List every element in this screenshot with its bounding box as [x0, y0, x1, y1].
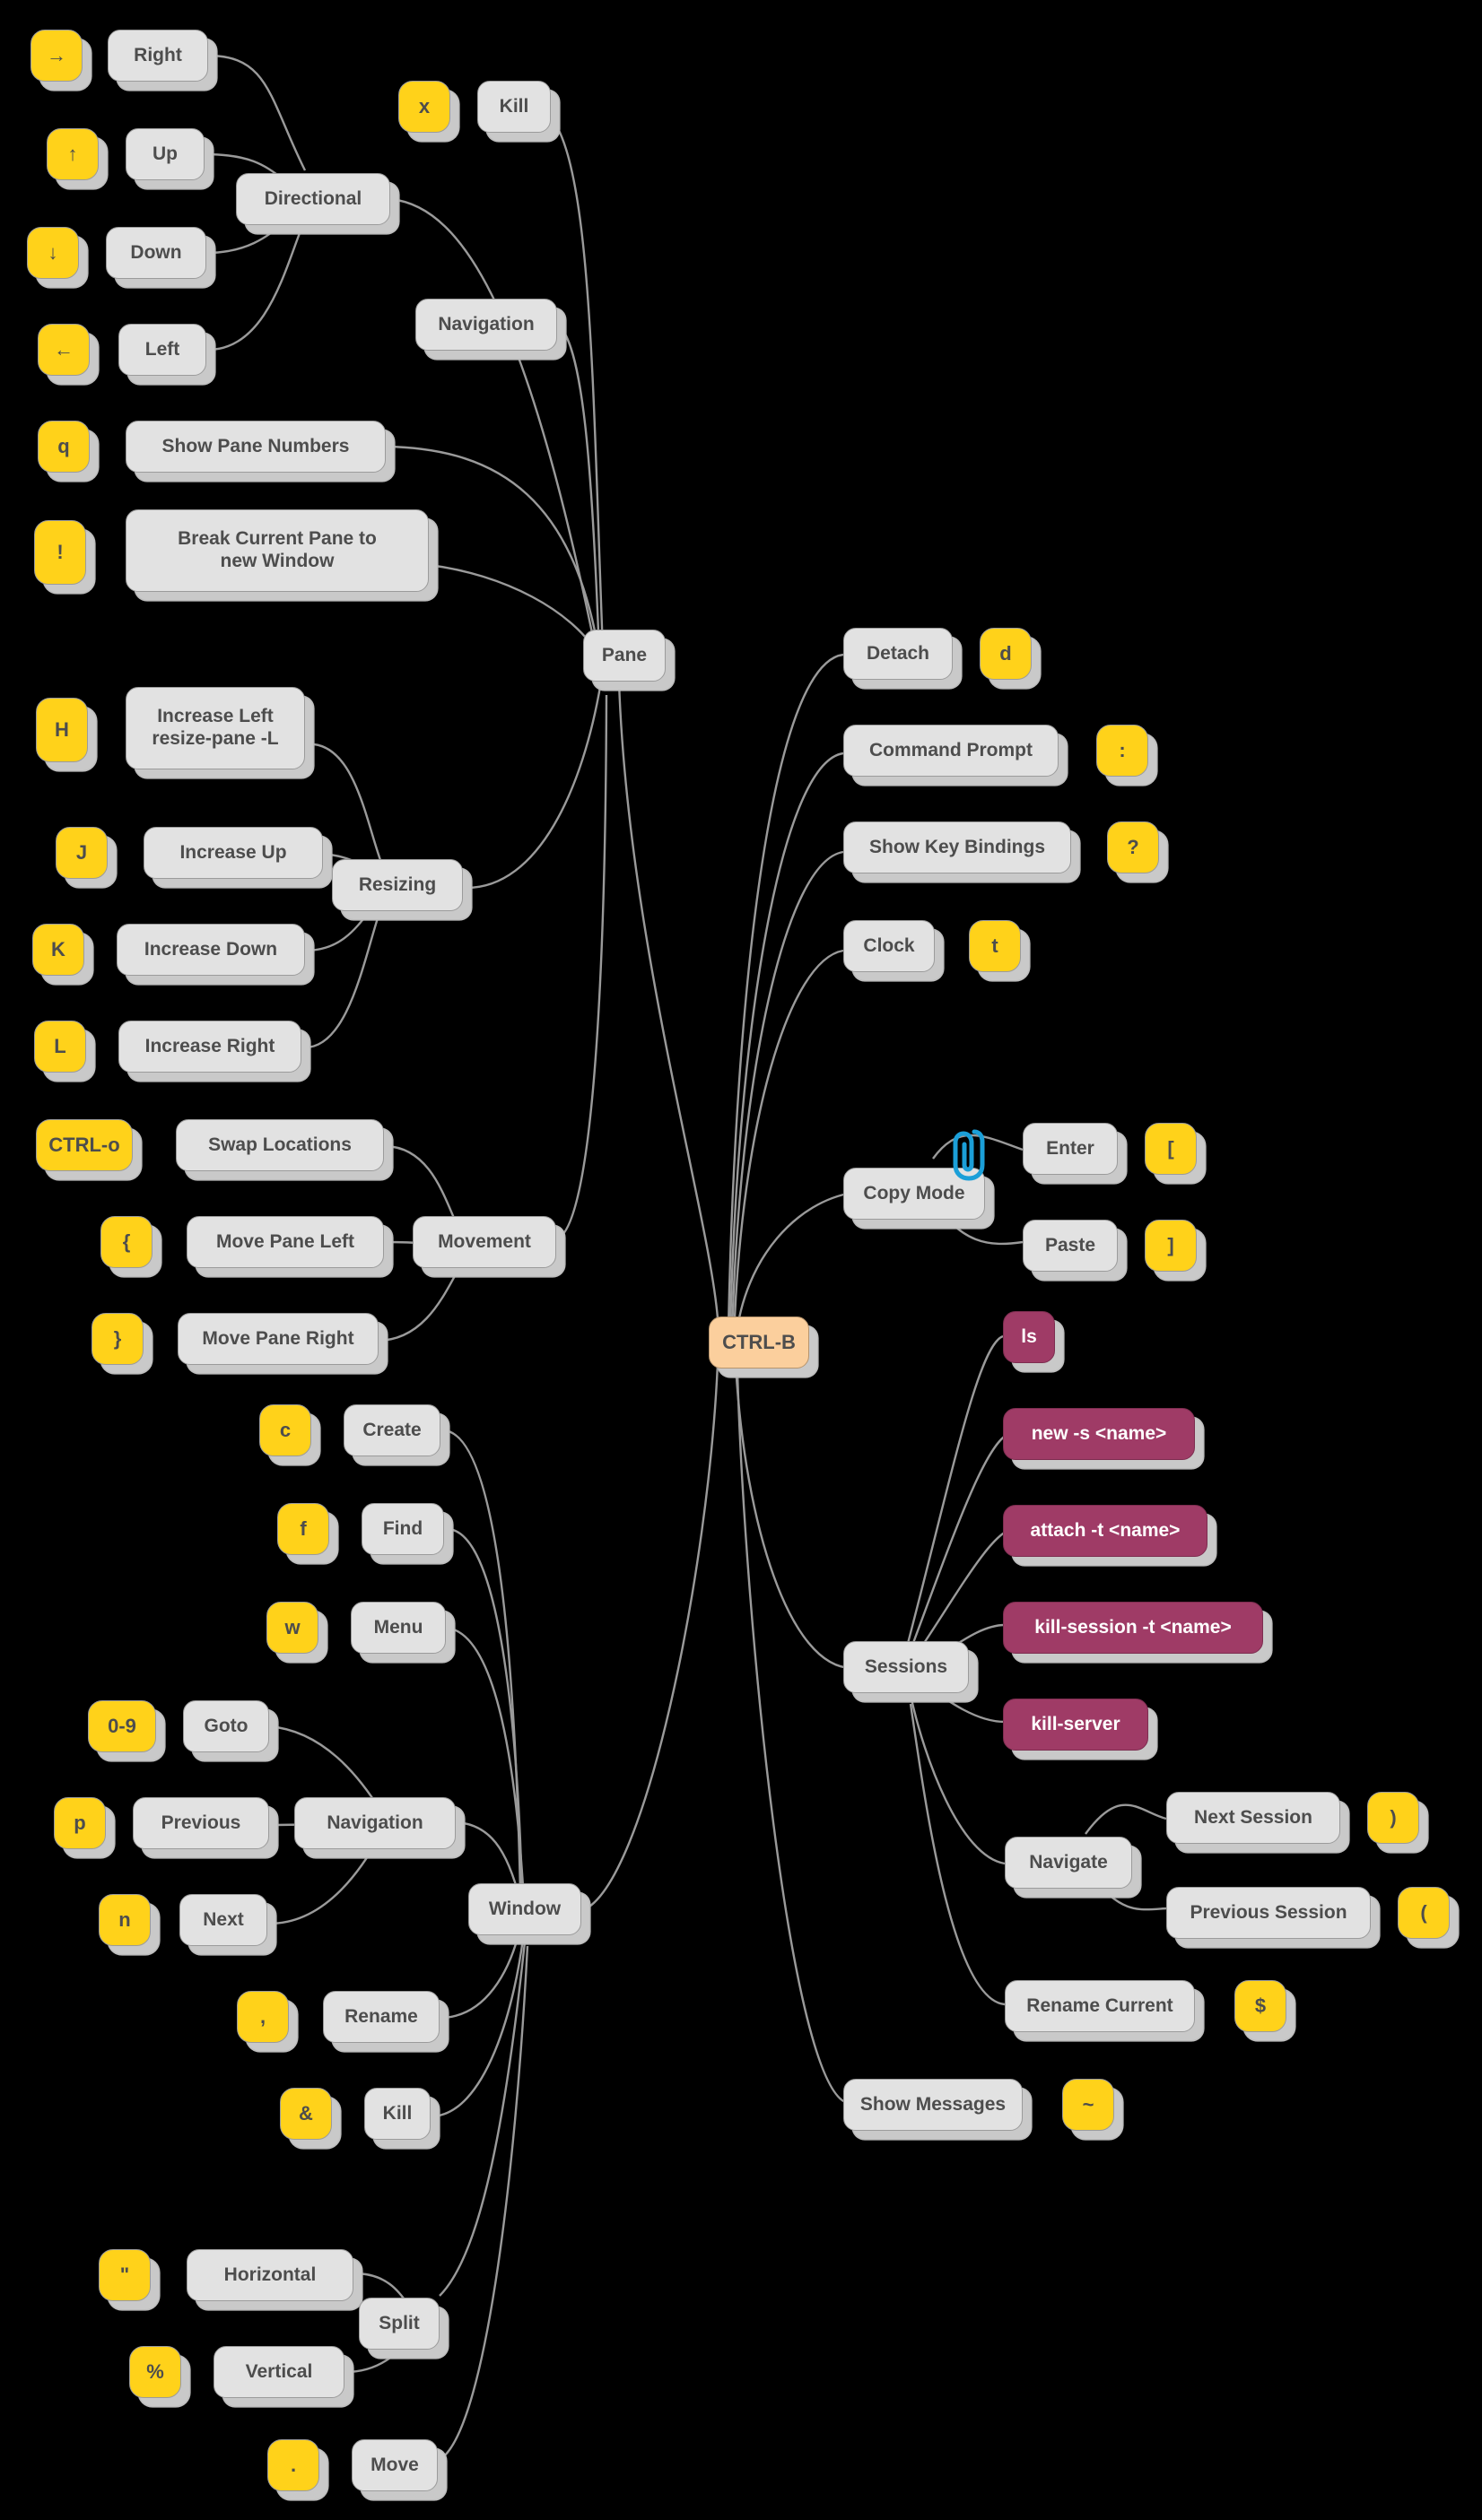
topic-show-key-bindings[interactable]: Show Key Bindings: [843, 821, 1071, 873]
command-sessions-kill-server[interactable]: kill-server: [1003, 1699, 1148, 1751]
key-arrow-right[interactable]: →: [31, 30, 83, 82]
key-c[interactable]: c: [259, 1404, 311, 1456]
key-period[interactable]: .: [267, 2439, 319, 2491]
key-tilde[interactable]: ~: [1062, 2079, 1114, 2131]
topic-pane-up[interactable]: Up: [126, 128, 205, 180]
key-brace-open[interactable]: {: [100, 1216, 153, 1268]
key-digits[interactable]: 0-9: [88, 1700, 156, 1752]
key-ctrl-o[interactable]: CTRL-o: [36, 1119, 133, 1171]
topic-copy-enter[interactable]: Enter: [1023, 1123, 1118, 1175]
key-percent[interactable]: %: [129, 2346, 181, 2398]
topic-clock[interactable]: Clock: [843, 920, 935, 972]
topic-split-vertical[interactable]: Vertical: [214, 2346, 344, 2398]
key-paren-close[interactable]: ): [1367, 1792, 1419, 1844]
key-brace-close[interactable]: }: [92, 1313, 144, 1365]
key-x[interactable]: x: [398, 81, 450, 133]
topic-pane[interactable]: Pane: [583, 630, 666, 682]
key-bracket-open[interactable]: [: [1145, 1123, 1197, 1175]
topic-window-move[interactable]: Move: [352, 2439, 438, 2491]
key-J[interactable]: J: [56, 827, 108, 879]
topic-increase-down[interactable]: Increase Down: [117, 924, 305, 976]
topic-window-previous[interactable]: Previous: [133, 1797, 269, 1849]
topic-break-pane[interactable]: Break Current Pane to new Window: [126, 509, 429, 592]
topic-window-navigation[interactable]: Navigation: [294, 1797, 456, 1849]
key-n[interactable]: n: [99, 1894, 151, 1946]
topic-window-goto[interactable]: Goto: [183, 1700, 269, 1752]
topic-pane-navigation[interactable]: Navigation: [415, 299, 557, 351]
topic-previous-session[interactable]: Previous Session: [1166, 1887, 1371, 1939]
topic-show-pane-numbers[interactable]: Show Pane Numbers: [126, 421, 386, 473]
root-ctrl-b[interactable]: CTRL-B: [709, 1316, 809, 1369]
command-sessions-kill-session[interactable]: kill-session -t <name>: [1003, 1602, 1263, 1654]
topic-window[interactable]: Window: [468, 1883, 581, 1935]
topic-window-kill[interactable]: Kill: [364, 2088, 431, 2140]
key-L[interactable]: L: [34, 1021, 86, 1073]
topic-show-messages[interactable]: Show Messages: [843, 2079, 1023, 2131]
topic-detach[interactable]: Detach: [843, 628, 953, 680]
key-doublequote[interactable]: ": [99, 2249, 151, 2301]
topic-increase-right[interactable]: Increase Right: [118, 1021, 301, 1073]
topic-pane-down[interactable]: Down: [106, 227, 206, 279]
key-K[interactable]: K: [32, 924, 84, 976]
key-q[interactable]: q: [38, 421, 90, 473]
key-w[interactable]: w: [266, 1602, 318, 1654]
topic-session-navigate[interactable]: Navigate: [1005, 1837, 1132, 1889]
key-p[interactable]: p: [54, 1797, 106, 1849]
key-bracket-close[interactable]: ]: [1145, 1220, 1197, 1272]
key-arrow-down[interactable]: ↓: [27, 227, 79, 279]
topic-increase-left[interactable]: Increase Left resize-pane -L: [126, 687, 305, 769]
mindmap-canvas: → Right ↑ Up ↓ Down ← Left Directional x…: [0, 0, 1482, 2520]
topic-split[interactable]: Split: [359, 2298, 440, 2350]
topic-pane-kill[interactable]: Kill: [477, 81, 551, 133]
topic-window-create[interactable]: Create: [344, 1404, 440, 1456]
key-arrow-left[interactable]: ←: [38, 324, 90, 376]
topic-movement[interactable]: Movement: [413, 1216, 556, 1268]
command-sessions-ls[interactable]: ls: [1003, 1311, 1055, 1363]
topic-increase-up[interactable]: Increase Up: [144, 827, 323, 879]
key-comma[interactable]: ,: [237, 1991, 289, 2043]
command-sessions-new[interactable]: new -s <name>: [1003, 1408, 1195, 1460]
key-dollar[interactable]: $: [1234, 1980, 1286, 2032]
command-sessions-attach[interactable]: attach -t <name>: [1003, 1505, 1207, 1557]
topic-rename-current[interactable]: Rename Current: [1005, 1980, 1195, 2032]
topic-split-horizontal[interactable]: Horizontal: [187, 2249, 353, 2301]
topic-sessions[interactable]: Sessions: [843, 1641, 969, 1693]
key-f[interactable]: f: [277, 1503, 329, 1555]
key-arrow-up[interactable]: ↑: [47, 128, 99, 180]
key-paren-open[interactable]: (: [1398, 1887, 1450, 1939]
key-H[interactable]: H: [36, 698, 88, 762]
topic-directional[interactable]: Directional: [236, 173, 390, 225]
topic-move-pane-left[interactable]: Move Pane Left: [187, 1216, 384, 1268]
topic-swap-locations[interactable]: Swap Locations: [176, 1119, 384, 1171]
key-d[interactable]: d: [980, 628, 1032, 680]
topic-copy-paste[interactable]: Paste: [1023, 1220, 1118, 1272]
topic-window-rename[interactable]: Rename: [323, 1991, 440, 2043]
topic-window-menu[interactable]: Menu: [351, 1602, 446, 1654]
topic-resizing[interactable]: Resizing: [332, 859, 463, 911]
key-t[interactable]: t: [969, 920, 1021, 972]
topic-pane-left[interactable]: Left: [118, 324, 206, 376]
topic-move-pane-right[interactable]: Move Pane Right: [178, 1313, 379, 1365]
topic-copy-mode[interactable]: Copy Mode: [843, 1168, 985, 1220]
key-question[interactable]: ?: [1107, 821, 1159, 873]
topic-window-find[interactable]: Find: [362, 1503, 444, 1555]
topic-command-prompt[interactable]: Command Prompt: [843, 725, 1059, 777]
key-exclamation[interactable]: !: [34, 520, 86, 585]
key-ampersand[interactable]: &: [280, 2088, 332, 2140]
topic-pane-right[interactable]: Right: [108, 30, 208, 82]
key-colon[interactable]: :: [1096, 725, 1148, 777]
topic-window-next[interactable]: Next: [179, 1894, 267, 1946]
topic-next-session[interactable]: Next Session: [1166, 1792, 1340, 1844]
